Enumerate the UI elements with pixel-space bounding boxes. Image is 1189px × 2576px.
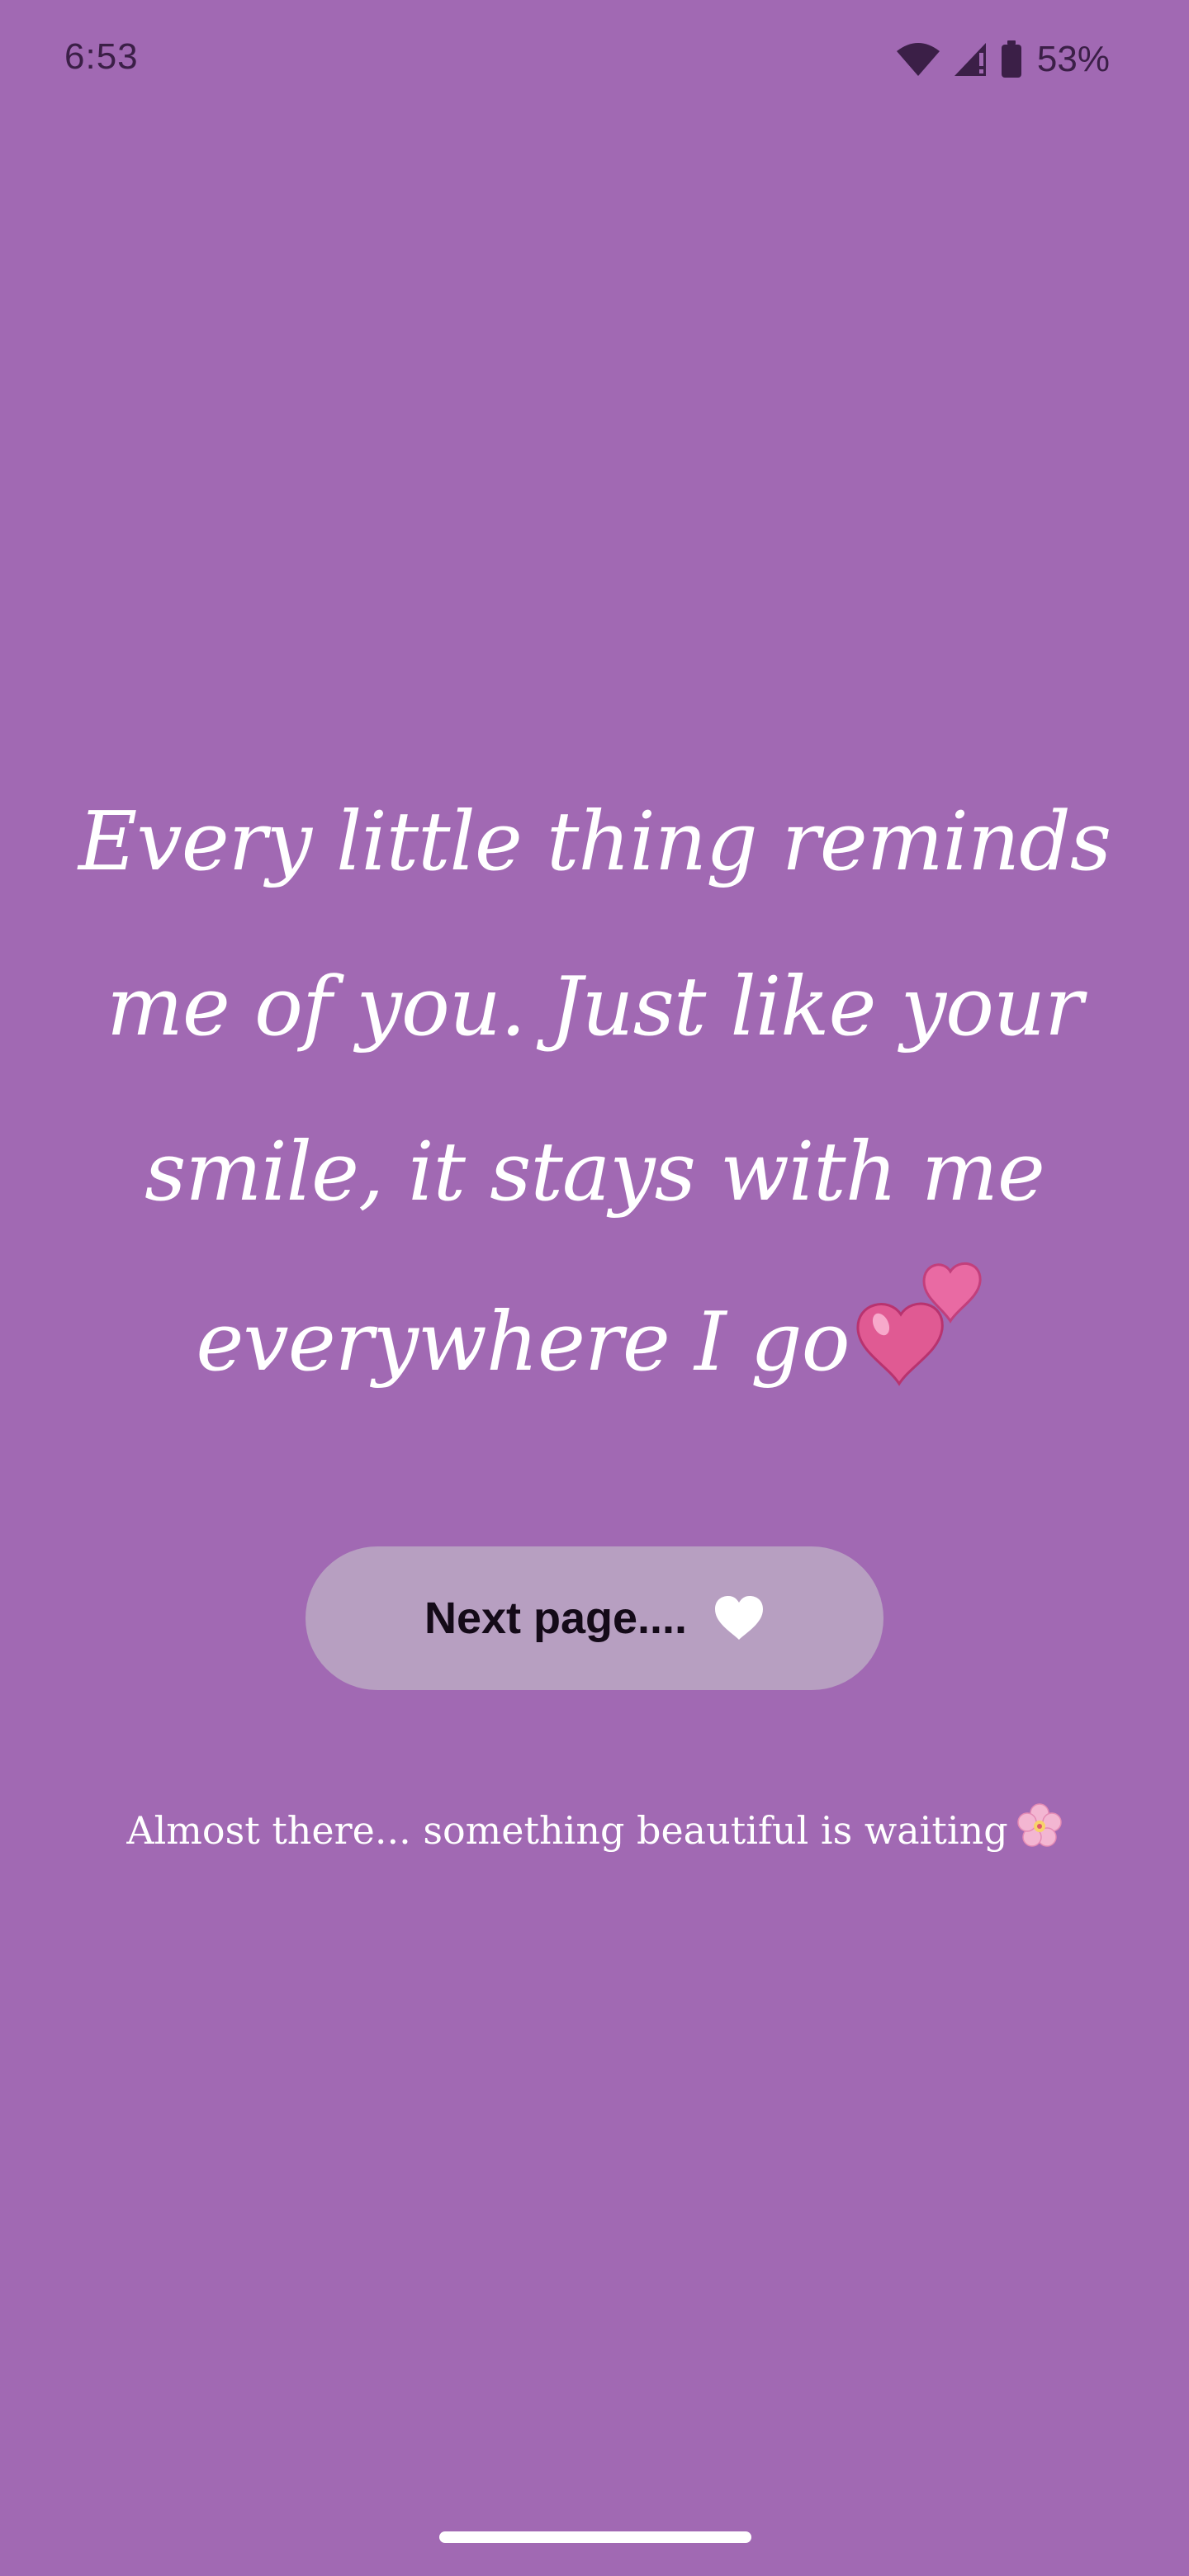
two-hearts-icon	[853, 1255, 993, 1442]
next-page-button[interactable]: Next page....	[306, 1546, 883, 1690]
hint-text-container: Almost there... something beautiful is w…	[0, 1802, 1189, 1859]
wifi-icon	[895, 41, 941, 78]
home-indicator[interactable]	[439, 2531, 751, 2543]
hint-text: Almost there... something beautiful is w…	[126, 1808, 1008, 1853]
status-bar: 6:53 53%	[0, 0, 1189, 124]
next-page-label: Next page....	[424, 1593, 688, 1643]
status-icons: 53%	[895, 36, 1110, 83]
battery-icon	[1001, 40, 1022, 78]
love-quote: Every little thing reminds me of you. Ju…	[33, 760, 1156, 1442]
signal-icon	[953, 41, 989, 78]
white-heart-icon	[713, 1595, 765, 1641]
cherry-blossom-icon	[1016, 1802, 1063, 1859]
battery-percent: 53%	[1036, 39, 1110, 79]
status-time: 6:53	[64, 36, 139, 77]
